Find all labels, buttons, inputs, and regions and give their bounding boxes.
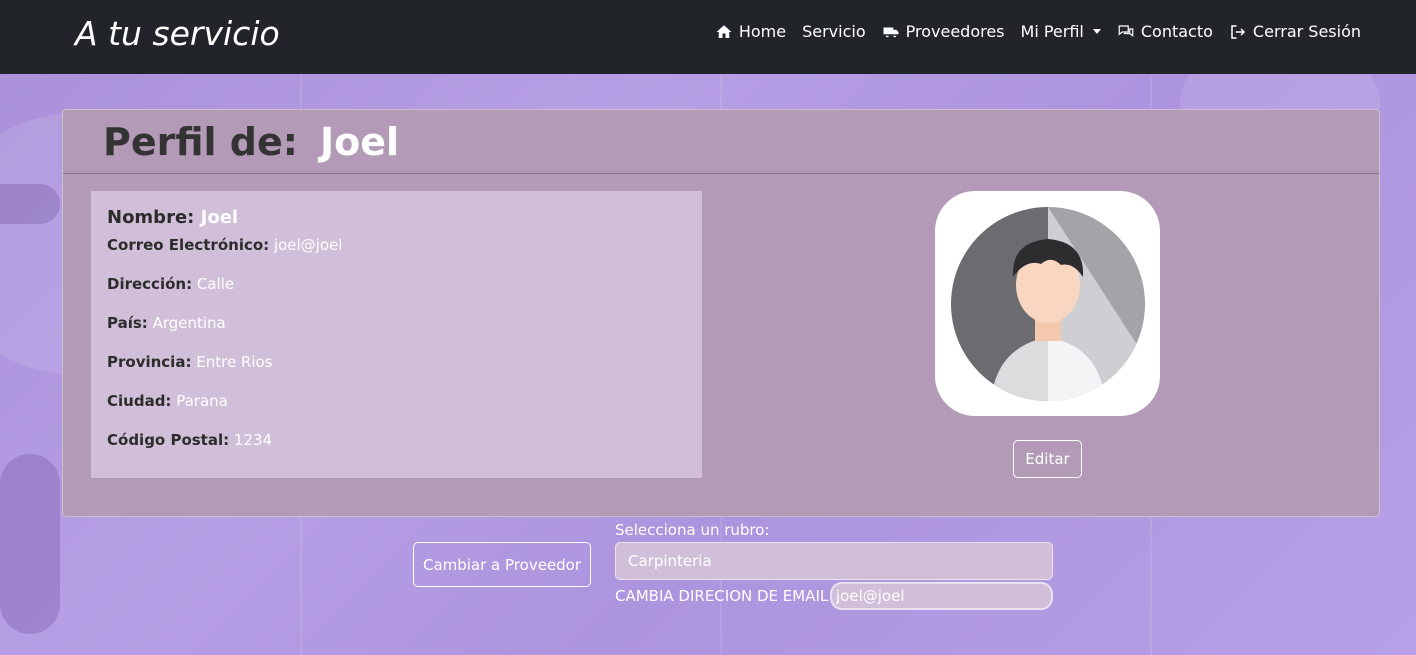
correo-value: joel@joel [273, 236, 343, 254]
rubro-select[interactable]: Carpinteria [615, 542, 1053, 580]
chat-icon [1118, 24, 1134, 37]
nav-proveedores[interactable]: Proveedores [882, 22, 1005, 41]
nav-servicio[interactable]: Servicio [802, 22, 866, 41]
nav-mi-perfil-label: Mi Perfil [1020, 22, 1084, 41]
profile-info-box: Nombre: Joel Correo Electrónico: joel@jo… [91, 191, 702, 478]
provincia-value: Entre Rios [196, 353, 273, 371]
edit-button[interactable]: Editar [1013, 440, 1082, 478]
info-provincia: Provincia: Entre Rios [107, 353, 686, 371]
cp-label: Código Postal: [107, 431, 230, 449]
nombre-label: Nombre: [107, 207, 195, 228]
nav-cerrar-label: Cerrar Sesión [1252, 22, 1361, 41]
brand-logo[interactable]: A tu servicio [75, 14, 280, 53]
nav-proveedores-label: Proveedores [905, 22, 1005, 41]
pais-label: País: [107, 314, 148, 332]
info-nombre: Nombre: Joel [107, 207, 686, 228]
nav-contacto-label: Contacto [1140, 22, 1213, 41]
info-ciudad: Ciudad: Parana [107, 392, 686, 410]
ciudad-label: Ciudad: [107, 392, 172, 410]
info-codigo-postal: Código Postal: 1234 [107, 431, 686, 449]
home-icon [716, 24, 732, 38]
info-direccion: Dirección: Calle [107, 275, 686, 293]
nav-home-label: Home [738, 22, 787, 41]
email-change-label: CAMBIA DIRECION DE EMAIL [615, 587, 829, 605]
cp-value: 1234 [233, 431, 273, 449]
switch-to-provider-button[interactable]: Cambiar a Proveedor [413, 542, 591, 587]
direccion-label: Dirección: [107, 275, 193, 293]
rubro-select-value: Carpinteria [628, 552, 712, 570]
nombre-value: Joel [200, 207, 239, 228]
top-navbar: A tu servicio Home Servicio Proveedores … [0, 0, 1416, 74]
nav-cerrar-sesion[interactable]: Cerrar Sesión [1229, 22, 1361, 41]
info-correo: Correo Electrónico: joel@joel [107, 236, 686, 254]
email-change-input[interactable] [830, 582, 1053, 610]
provincia-label: Provincia: [107, 353, 192, 371]
pais-value: Argentina [152, 314, 226, 332]
avatar [935, 191, 1160, 416]
nav-home[interactable]: Home [715, 22, 786, 41]
info-pais: País: Argentina [107, 314, 686, 332]
correo-label: Correo Electrónico: [107, 236, 270, 254]
chevron-down-icon [1092, 29, 1101, 34]
direccion-value: Calle [196, 275, 235, 293]
nav-links: Home Servicio Proveedores Mi Perfil Cont… [715, 22, 1361, 41]
profile-card: Perfil de: Joel Nombre: Joel Correo Elec… [62, 109, 1380, 517]
ciudad-value: Parana [176, 392, 228, 410]
nav-servicio-label: Servicio [802, 22, 866, 41]
profile-name: Joel [319, 119, 400, 164]
logout-icon [1231, 24, 1245, 39]
nav-mi-perfil-dropdown[interactable]: Mi Perfil [1021, 22, 1101, 41]
nav-contacto[interactable]: Contacto [1117, 22, 1213, 41]
profile-header: Perfil de: Joel [63, 110, 1379, 174]
rubro-label: Selecciona un rubro: [615, 521, 770, 539]
truck-icon [883, 27, 899, 37]
profile-title: Perfil de: [103, 119, 298, 164]
user-avatar-icon [950, 206, 1145, 401]
